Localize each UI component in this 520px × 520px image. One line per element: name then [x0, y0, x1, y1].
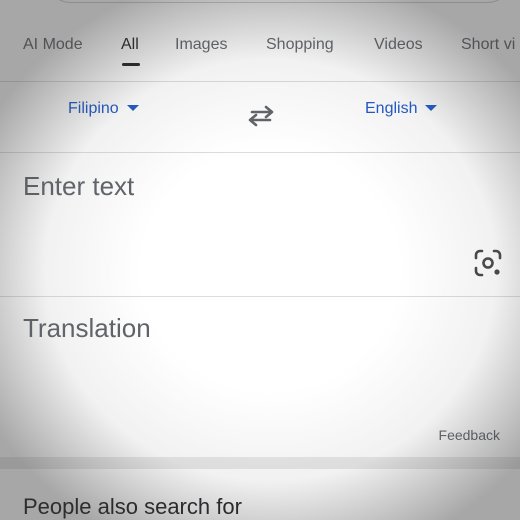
tab-images[interactable]: Images: [175, 36, 227, 54]
feedback-link[interactable]: Feedback: [439, 427, 500, 443]
tab-videos[interactable]: Videos: [374, 36, 423, 54]
chevron-down-icon: [126, 104, 139, 111]
chevron-down-icon: [425, 104, 438, 111]
people-also-search-heading: People also search for: [23, 494, 242, 519]
section-separator: [0, 457, 520, 469]
tab-short-videos[interactable]: Short vi: [461, 36, 515, 54]
tab-all[interactable]: All: [121, 36, 139, 54]
target-language-label: English: [365, 100, 418, 117]
camera-lens-icon[interactable]: [472, 247, 504, 279]
target-language-select[interactable]: English: [365, 100, 438, 118]
swap-languages-icon[interactable]: [246, 104, 276, 128]
source-language-label: Filipino: [68, 100, 119, 117]
search-tabs: AI Mode All Images Shopping Videos Short…: [0, 30, 520, 80]
tab-ai-mode[interactable]: AI Mode: [23, 36, 83, 54]
search-box-edge[interactable]: [48, 0, 510, 3]
source-text-input[interactable]: Enter text: [0, 153, 520, 296]
translate-page: AI Mode All Images Shopping Videos Short…: [0, 0, 520, 520]
tab-shopping[interactable]: Shopping: [266, 36, 334, 54]
active-tab-indicator: [122, 63, 140, 66]
translation-placeholder: Translation: [23, 313, 151, 343]
translation-output: Translation Feedback: [0, 297, 520, 457]
input-placeholder: Enter text: [23, 171, 135, 201]
tabs-divider: [0, 81, 520, 82]
source-language-select[interactable]: Filipino: [68, 100, 139, 118]
